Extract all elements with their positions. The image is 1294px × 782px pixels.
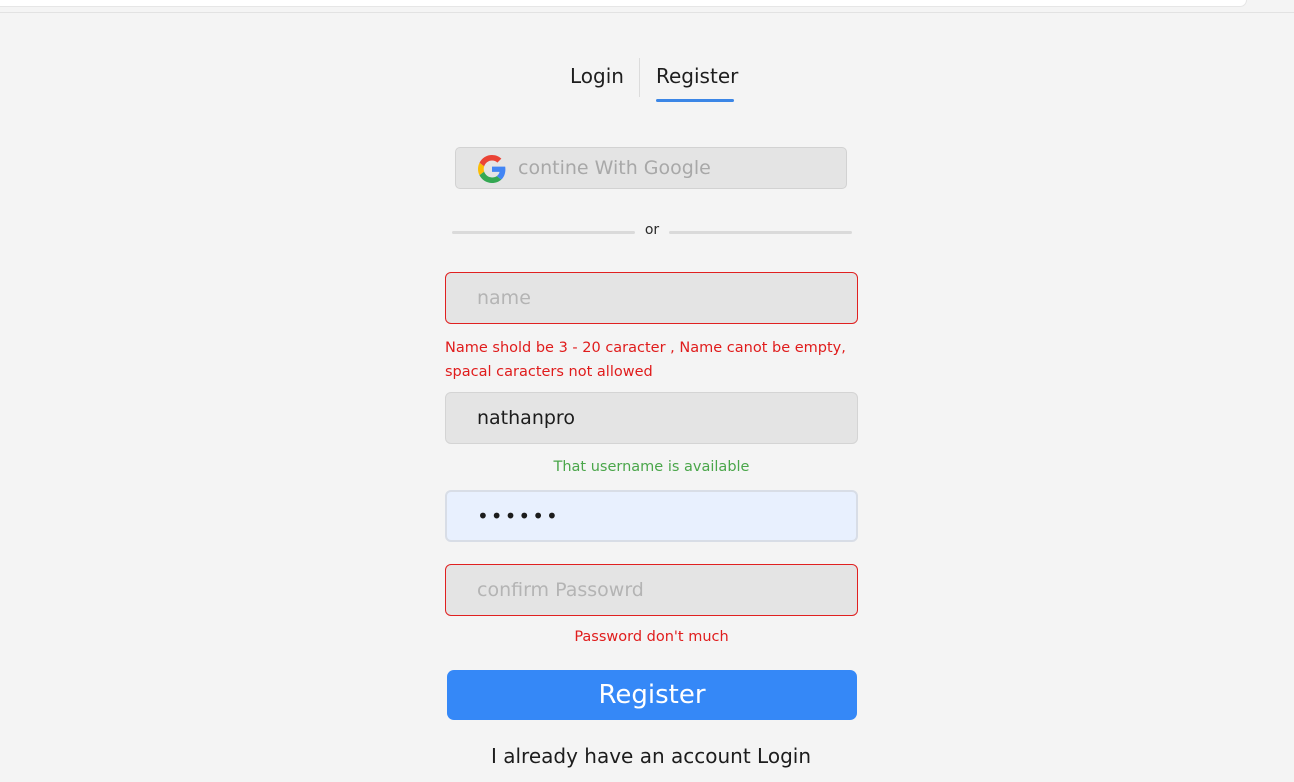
google-button-label: contine With Google xyxy=(518,157,711,179)
divider-line-left xyxy=(452,231,635,234)
tab-register[interactable]: Register xyxy=(656,62,738,102)
browser-top-panel xyxy=(0,0,1247,7)
browser-top-edge xyxy=(0,0,1294,13)
tab-register-label: Register xyxy=(656,64,739,88)
register-button[interactable]: Register xyxy=(447,670,857,720)
username-input[interactable] xyxy=(445,392,858,444)
tab-divider xyxy=(639,58,640,97)
divider-line-right xyxy=(669,231,852,234)
username-available-message: That username is available xyxy=(553,459,750,475)
login-link[interactable]: I already have an account Login xyxy=(0,744,1294,768)
password-input[interactable] xyxy=(445,490,858,542)
name-error-line-1: Name shold be 3 - 20 caracter , Name can… xyxy=(445,340,846,356)
auth-tabs: Login Register xyxy=(0,58,1294,106)
password-mismatch-message: Password don't much xyxy=(574,629,729,645)
active-tab-underline xyxy=(656,99,734,102)
google-icon xyxy=(478,155,506,183)
divider-or-text: or xyxy=(644,222,660,238)
name-error-line-2: spacal caracters not allowed xyxy=(445,364,653,380)
name-input[interactable] xyxy=(445,272,858,324)
confirm-password-input[interactable] xyxy=(445,564,858,616)
tab-login[interactable]: Login xyxy=(570,62,624,102)
continue-with-google-button[interactable]: contine With Google xyxy=(455,147,847,189)
name-error-message: Name shold be 3 - 20 caracter , Name can… xyxy=(445,336,865,384)
